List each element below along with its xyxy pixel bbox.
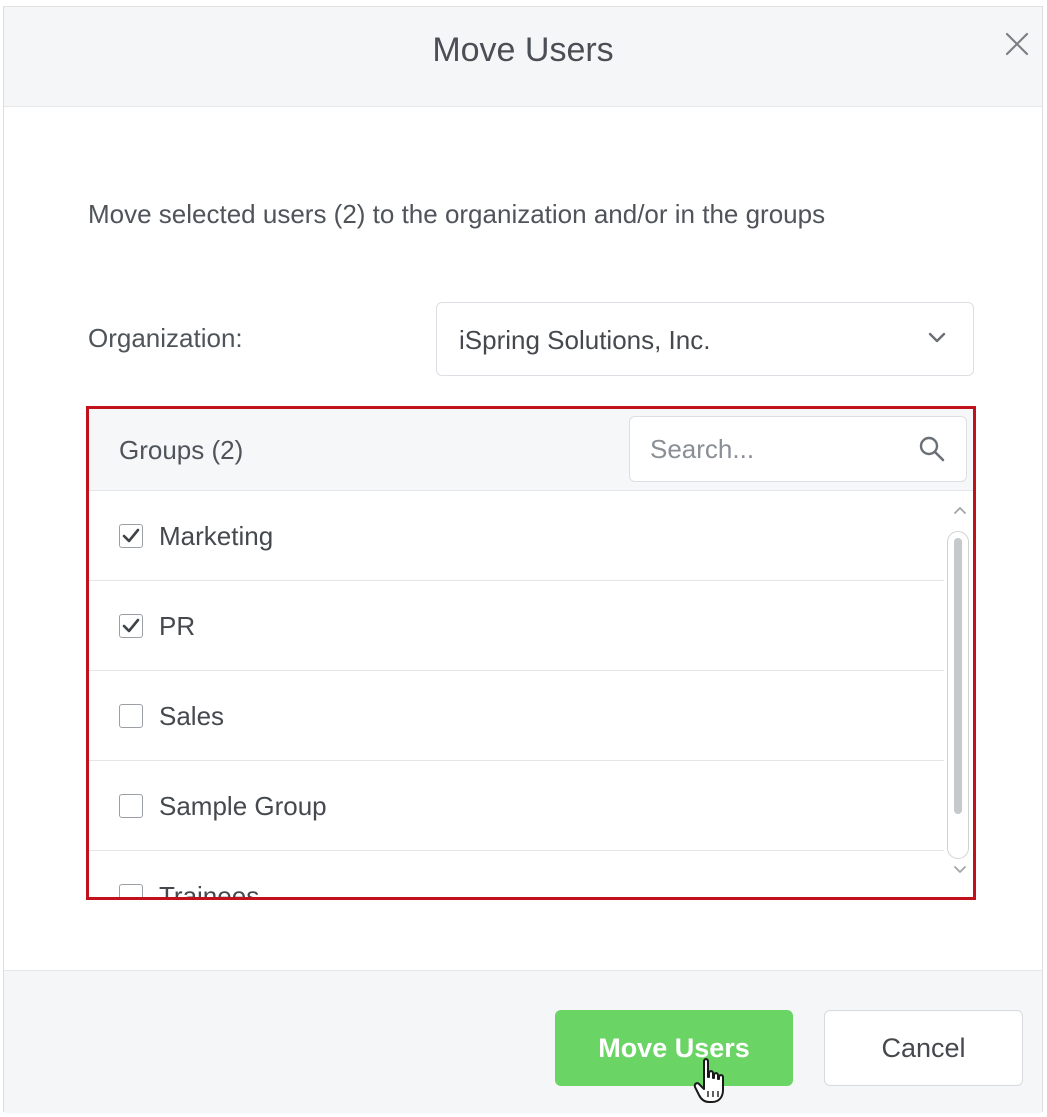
group-item-sales[interactable]: Sales <box>89 671 944 761</box>
move-users-button[interactable]: Move Users <box>555 1010 793 1086</box>
scroll-up-icon[interactable] <box>952 503 968 515</box>
scrollbar-track[interactable] <box>947 531 969 859</box>
group-item-sample-group[interactable]: Sample Group <box>89 761 944 851</box>
close-icon[interactable] <box>1002 29 1032 59</box>
group-label: Sample Group <box>159 791 327 821</box>
group-item-trainees[interactable]: Trainees <box>89 851 944 900</box>
chevron-down-icon <box>927 331 947 345</box>
group-label: PR <box>159 611 196 641</box>
organization-select[interactable]: iSpring Solutions, Inc. <box>436 302 974 376</box>
groups-panel: Groups (2) Marketing <box>86 406 976 900</box>
groups-header: Groups (2) <box>89 409 973 491</box>
groups-search <box>629 416 967 482</box>
cancel-button[interactable]: Cancel <box>824 1010 1023 1086</box>
groups-title: Groups (2) <box>119 435 244 465</box>
marketing-checkbox[interactable] <box>119 524 143 548</box>
dialog-footer: Move Users Cancel <box>4 970 1042 1113</box>
organization-selected-value: iSpring Solutions, Inc. <box>459 325 711 355</box>
group-label: Sales <box>159 701 225 731</box>
group-item-pr[interactable]: PR <box>89 581 944 671</box>
dialog-description: Move selected users (2) to the organizat… <box>88 199 826 229</box>
move-users-dialog: Move Users Move selected users (2) to th… <box>3 6 1043 1113</box>
group-item-marketing[interactable]: Marketing <box>89 491 944 581</box>
trainees-checkbox[interactable] <box>119 884 143 897</box>
sales-checkbox[interactable] <box>119 704 143 728</box>
hand-pointer-icon <box>692 1057 732 1107</box>
group-label: Trainees <box>159 881 260 900</box>
group-label: Marketing <box>159 521 274 551</box>
organization-label: Organization: <box>88 323 243 353</box>
scroll-down-icon[interactable] <box>952 863 968 875</box>
dialog-title: Move Users <box>432 31 614 69</box>
groups-scrollbar[interactable] <box>944 491 973 897</box>
pr-checkbox[interactable] <box>119 614 143 638</box>
sample-group-checkbox[interactable] <box>119 794 143 818</box>
dialog-header: Move Users <box>4 7 1042 107</box>
search-icon[interactable] <box>918 435 946 463</box>
scrollbar-thumb[interactable] <box>954 538 962 814</box>
search-input[interactable] <box>650 431 890 467</box>
groups-list: Marketing PR Sales Sample Group Trainees <box>89 491 944 900</box>
